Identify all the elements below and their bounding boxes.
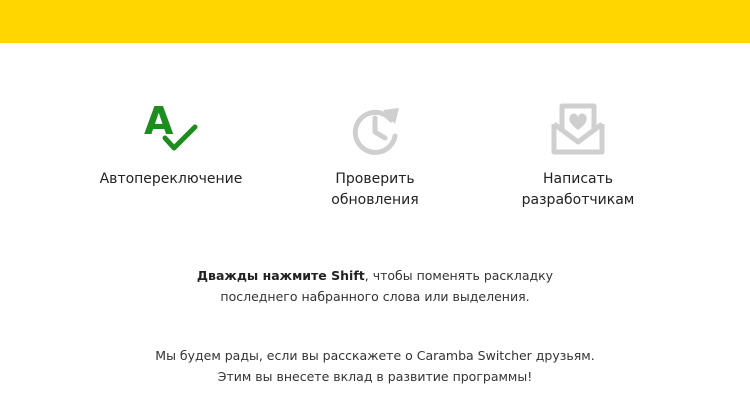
check-updates-label: Проверить обновления <box>275 169 475 211</box>
top-bar <box>0 0 750 43</box>
write-developers-label-line2: разработчикам <box>521 192 635 208</box>
shift-hint: Дважды нажмите Shift, чтобы поменять рас… <box>0 265 750 307</box>
autoswitch-label: Автопереключение <box>99 171 243 187</box>
spell-check-icon: A <box>144 100 198 151</box>
shift-hint-bold: Дважды нажмите Shift <box>196 268 365 283</box>
actions-row: A Автопереключение Проверить обновления … <box>0 100 750 220</box>
write-developers-label: Написать разработчикам <box>478 169 678 211</box>
write-developers-label-line1: Написать <box>542 171 614 187</box>
check-updates-label-line1: Проверить <box>335 171 415 187</box>
share-message: Мы будем рады, если вы расскажете о Cara… <box>0 345 750 387</box>
check-updates-button[interactable]: Проверить обновления <box>275 100 475 211</box>
share-line1: Мы будем рады, если вы расскажете о Cara… <box>155 348 595 363</box>
clock-refresh-icon <box>352 108 399 155</box>
mail-heart-icon <box>551 103 605 155</box>
autoswitch-button[interactable]: A Автопереключение <box>71 100 271 190</box>
shift-hint-rest: , чтобы поменять раскладку <box>364 268 554 283</box>
write-developers-button[interactable]: Написать разработчикам <box>478 100 678 211</box>
shift-hint-line2: последнего набранного слова или выделени… <box>220 289 530 304</box>
check-updates-label-line2: обновления <box>331 192 419 208</box>
svg-text:A: A <box>144 100 174 143</box>
share-line2: Этим вы внесете вклад в развитие програм… <box>217 369 533 384</box>
